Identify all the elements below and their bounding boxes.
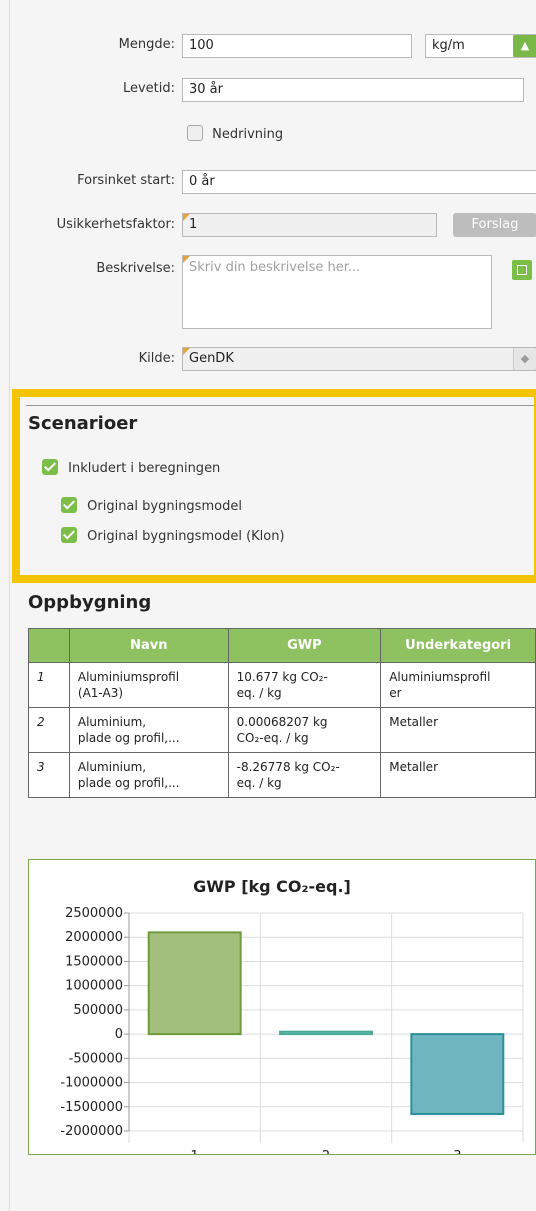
levetid-value: 30 år — [189, 82, 223, 97]
y-tick-label: 2500000 — [65, 906, 123, 921]
column-header-underkategori[interactable]: Underkategori — [380, 628, 536, 663]
navn-line: plade og profil,... — [77, 731, 180, 745]
kilde-value: GenDK — [189, 351, 234, 366]
gwp-cell: -8.26778 kg CO₂- eq. / kg — [227, 752, 382, 798]
gwp-chart-panel: GWP [kg CO₂-eq.] 2500000 2000000 1500000 10… — [28, 859, 536, 1164]
usikkerhetsfaktor-label: Usikkerhetsfaktor: — [56, 217, 175, 232]
unit-select[interactable]: kg/m ▲ — [425, 34, 536, 58]
column-header-gwp[interactable]: GWP — [227, 628, 382, 663]
forslag-button[interactable]: Forslag — [453, 213, 536, 237]
forsinket-start-label: Forsinket start: — [77, 173, 175, 188]
navn-line: (A1-A3) — [77, 686, 124, 700]
table-row[interactable]: 3 Aluminium, plade og profil,... -8.26778… — [28, 752, 536, 798]
gwp-line: eq. / kg — [236, 776, 282, 790]
gwp-line: 10.677 kg CO₂- — [236, 670, 328, 684]
inkluderet-label: Inkludert i beregningen — [68, 461, 221, 476]
scenario-item[interactable]: Original bygningsmodel (Klon) — [61, 527, 285, 544]
bar — [410, 1033, 505, 1116]
y-tick-label: -500000 — [69, 1051, 123, 1066]
beskrivelse-textarea[interactable]: Skriv din beskrivelse her... — [182, 255, 492, 329]
scenarioer-title: Scenarioer — [28, 413, 138, 434]
gwp-line: 0.00068207 kg — [236, 715, 328, 729]
oppbygning-table: Navn GWP Underkategori 1 Aluminiumsprofi… — [28, 628, 536, 798]
gwp-line: CO₂-eq. / kg — [236, 731, 309, 745]
bar — [147, 931, 242, 1036]
kilde-label: Kilde: — [138, 351, 175, 366]
y-tick-label: 500000 — [73, 1003, 123, 1018]
table-row[interactable]: 1 Aluminiumsprofil (A1-A3) 10.677 kg CO₂-… — [28, 662, 536, 708]
field-marker-icon — [183, 214, 190, 221]
y-tick-label: -1500000 — [60, 1100, 123, 1115]
x-tick-label: 2 — [322, 1149, 330, 1154]
updown-chevron-icon[interactable]: ◆ — [513, 348, 536, 370]
beskrivelse-placeholder: Skriv din beskrivelse her... — [189, 260, 361, 275]
navn-cell: Aluminium, plade og profil,... — [68, 707, 229, 753]
gwp-chart: GWP [kg CO₂-eq.] 25000002000000150000010… — [60, 877, 524, 1164]
levetid-label: Levetid: — [122, 81, 175, 96]
table-row[interactable]: 2 Aluminium, plade og profil,... 0.000682… — [28, 707, 536, 753]
panel-left-border — [9, 0, 10, 1211]
kilde-select[interactable]: GenDK ◆ — [182, 347, 536, 371]
mengde-input[interactable]: 100 — [182, 34, 412, 58]
gwp-line: eq. / kg — [236, 686, 282, 700]
expand-text-icon[interactable] — [512, 260, 532, 280]
y-tick-label: 2000000 — [65, 930, 123, 945]
unit-value: kg/m — [432, 38, 465, 53]
scenario-checkbox[interactable] — [61, 527, 77, 543]
mengde-value: 100 — [189, 38, 214, 53]
scenario-label: Original bygningsmodel — [87, 499, 242, 514]
field-marker-icon — [183, 348, 190, 355]
gwp-line: -8.26778 kg CO₂- — [236, 760, 340, 774]
nedrivning-label: Nedrivning — [212, 127, 284, 142]
nedrivning-checkbox[interactable] — [187, 125, 203, 141]
usikkerhetsfaktor-value: 1 — [189, 217, 198, 232]
scenario-item[interactable]: Original bygningsmodel — [61, 497, 242, 514]
bar — [279, 1030, 373, 1036]
navn-line: Aluminiumsprofil — [77, 670, 180, 684]
forsinket-start-value: 0 år — [189, 174, 215, 189]
navn-cell: Aluminium, plade og profil,... — [68, 752, 229, 798]
nedrivning-checkbox-row[interactable]: Nedrivning — [187, 125, 283, 142]
divider — [26, 405, 534, 406]
chart-title: GWP [kg CO₂-eq.] — [193, 877, 351, 896]
navn-line: plade og profil,... — [77, 776, 180, 790]
y-tick-label: 1000000 — [65, 979, 123, 994]
underkategori-cell: Aluminiumsprofil er — [380, 662, 536, 708]
row-number: 3 — [28, 752, 70, 798]
inkluderet-checkbox-row[interactable]: Inkludert i beregningen — [42, 459, 220, 476]
underkategori-cell: Metaller — [380, 752, 536, 798]
navn-line: Aluminium, — [77, 715, 147, 729]
kat-line: Aluminiumsprofil — [389, 670, 491, 684]
usikkerhetsfaktor-input[interactable]: 1 — [182, 213, 437, 237]
y-tick-label: 0 — [115, 1027, 123, 1042]
inkluderet-checkbox[interactable] — [42, 459, 58, 475]
underkategori-cell: Metaller — [380, 707, 536, 753]
gwp-cell: 0.00068207 kg CO₂-eq. / kg — [227, 707, 382, 753]
levetid-input[interactable]: 30 år — [182, 78, 524, 102]
navn-line: Aluminium, — [77, 760, 147, 774]
kat-line: er — [389, 686, 402, 700]
column-header-navn[interactable]: Navn — [68, 628, 229, 663]
row-number: 1 — [28, 662, 70, 708]
updown-chevron-icon[interactable]: ▲ — [513, 35, 536, 57]
scenario-label: Original bygningsmodel (Klon) — [87, 529, 285, 544]
x-tick-label: 1 — [191, 1149, 199, 1154]
scenario-checkbox[interactable] — [61, 497, 77, 513]
y-tick-label: -1000000 — [60, 1076, 123, 1091]
mengde-label: Mengde: — [118, 37, 175, 52]
gwp-cell: 10.677 kg CO₂- eq. / kg — [227, 662, 382, 708]
oppbygning-title: Oppbygning — [28, 592, 152, 613]
navn-cell: Aluminiumsprofil (A1-A3) — [68, 662, 229, 708]
column-header-num[interactable] — [28, 628, 70, 663]
beskrivelse-label: Beskrivelse: — [96, 261, 175, 276]
kat-line: Metaller — [389, 715, 438, 729]
table-header-row: Navn GWP Underkategori — [28, 628, 536, 663]
y-tick-label: -2000000 — [60, 1124, 123, 1139]
kat-line: Metaller — [389, 760, 438, 774]
row-number: 2 — [28, 707, 70, 753]
field-marker-icon — [183, 256, 190, 263]
y-tick-label: 1500000 — [65, 954, 123, 969]
forsinket-start-input[interactable]: 0 år — [182, 170, 536, 194]
x-tick-label: 3 — [453, 1149, 461, 1154]
